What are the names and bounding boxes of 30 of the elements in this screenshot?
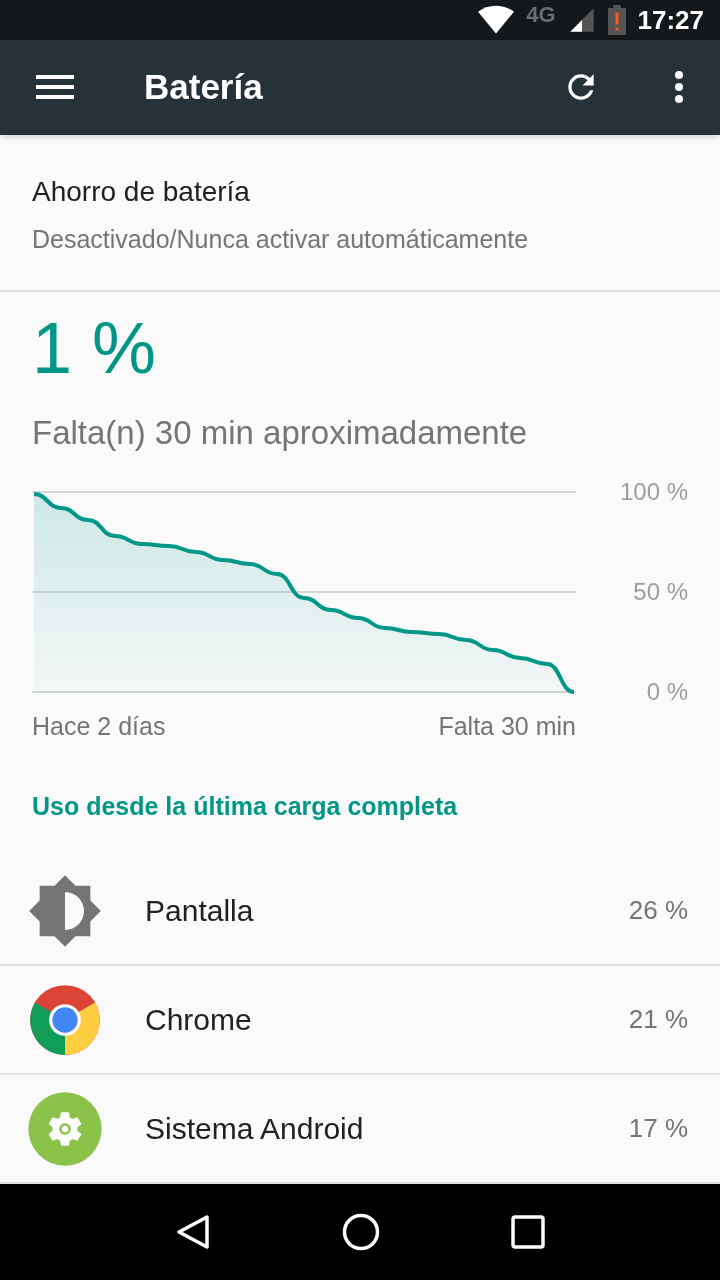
x-axis-label: Hace 2 días [32,710,166,742]
app-name: Chrome [145,1002,253,1038]
home-icon[interactable] [342,1213,380,1251]
signal-icon [567,6,596,35]
battery-saver-title: Ahorro de batería [32,174,251,209]
battery-saver-subtitle: Desactivado/Nunca activar automáticamente [32,223,530,255]
usage-section-header: Uso desde la última carga completa [32,790,459,822]
y-axis-label: 0 % [646,679,688,704]
usage-percent: 21 % [628,1003,688,1036]
usage-percent: 17 % [628,1112,688,1145]
network-type: 4G [526,0,556,29]
battery-saver-item[interactable]: Ahorro de batería Desactivado/Nunca activar automáticamente [0,134,720,292]
usage-row[interactable]: Chrome 21 % [0,966,720,1075]
battery-alert-icon [607,5,626,36]
recents-icon[interactable] [510,1215,545,1249]
x-axis-label: Falta 30 min [438,710,576,742]
time-remaining: Falta(n) 30 min aproximadamente [32,413,529,453]
usage-percent: 26 % [628,894,688,927]
menu-icon[interactable] [36,73,74,102]
more-options-icon[interactable] [674,70,684,105]
toolbar-title: Batería [144,66,264,109]
y-axis-label: 100 % [619,479,688,504]
back-icon[interactable] [175,1214,212,1250]
usage-row[interactable]: Pantalla 26 % [0,857,720,966]
wifi-icon [478,5,515,36]
app-name: Pantalla [145,893,255,929]
battery-percent: 1 % [32,312,158,384]
app-name: Sistema Android [145,1111,365,1147]
clock: 17:27 [637,3,704,37]
y-axis-label: 50 % [633,579,688,604]
